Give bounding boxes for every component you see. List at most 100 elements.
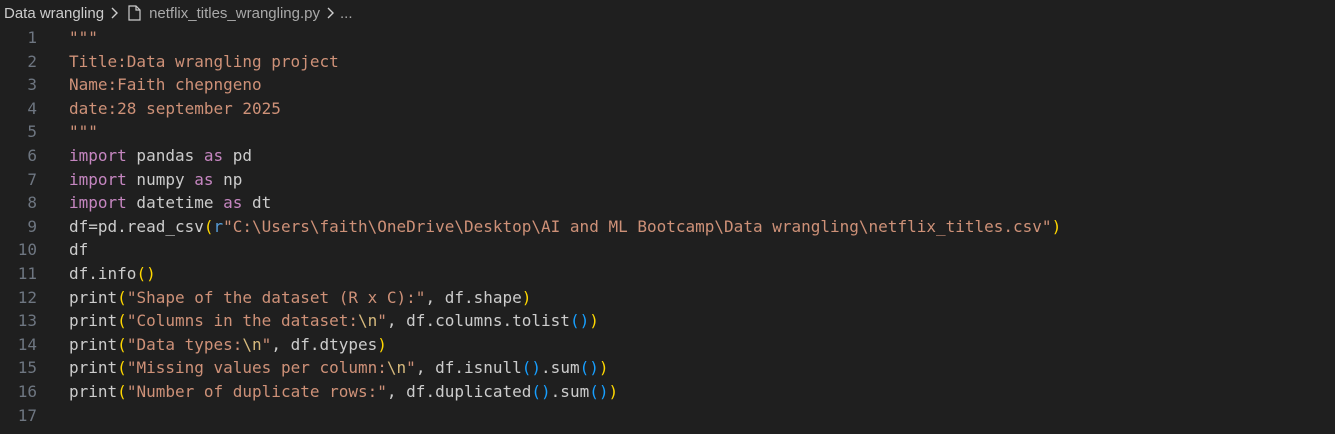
code-text: df <box>69 238 88 262</box>
code-token: () <box>589 382 609 401</box>
code-token: Name:Faith chepngeno <box>69 75 262 95</box>
code-text: print("Shape of the dataset (R x C):", d… <box>69 286 531 310</box>
code-token: as <box>223 193 243 213</box>
line-number: 2 <box>27 51 37 71</box>
code-token: , df.isnull <box>415 358 522 378</box>
code-token: " <box>261 334 272 354</box>
code-token: ) <box>598 358 609 378</box>
code-text: df.info() <box>69 262 156 286</box>
code-line[interactable]: 11 df.info() <box>0 262 1335 286</box>
code-line[interactable]: 15 print("Missing values per column:\n", … <box>0 356 1335 380</box>
line-number: 13 <box>17 311 37 331</box>
code-line[interactable]: 17 <box>0 404 1335 428</box>
code-token: import <box>69 193 127 213</box>
code-text: import datetime as dt <box>69 191 271 215</box>
line-number: 1 <box>27 28 37 47</box>
code-text: import numpy as np <box>69 168 242 192</box>
code-token: .sum <box>550 382 590 401</box>
code-token: "Number of duplicate rows:" <box>126 382 387 401</box>
code-token: df <box>69 240 89 260</box>
code-token: dt <box>242 193 272 213</box>
code-line[interactable]: 1 """ <box>0 26 1335 50</box>
line-number: 4 <box>27 98 37 118</box>
code-line[interactable]: 13 print("Columns in the dataset:\n", df.… <box>0 309 1335 333</box>
breadcrumb-more[interactable]: ... <box>340 5 353 22</box>
breadcrumb-file-label: netflix_titles_wrangling.py <box>149 4 320 22</box>
code-line[interactable]: 8 import datetime as dt <box>0 191 1335 215</box>
code-token: numpy <box>126 169 195 189</box>
line-number: 5 <box>27 122 37 142</box>
code-token: , df.columns.tolist <box>386 311 570 331</box>
code-token: "Shape of the dataset (R x C):" <box>126 287 426 307</box>
code-token: " <box>377 311 387 331</box>
line-number: 7 <box>27 169 37 189</box>
code-token: ( <box>117 358 127 378</box>
code-token: date:28 september 2025 <box>69 98 281 118</box>
code-token: ( <box>117 287 127 307</box>
code-token: print <box>69 334 118 354</box>
code-token: ( <box>117 334 127 354</box>
code-token: "Columns in the dataset: <box>126 311 358 331</box>
code-token: () <box>569 311 590 331</box>
code-token: " <box>406 358 416 378</box>
code-token: \n <box>358 311 378 331</box>
line-number: 14 <box>17 334 37 354</box>
code-line[interactable]: 5 """ <box>0 120 1335 144</box>
code-token: , df.dtypes <box>271 334 378 354</box>
code-line[interactable]: 3 Name:Faith chepngeno <box>0 73 1335 97</box>
breadcrumb: Data wrangling netflix_titles_wrangling.… <box>0 0 1335 26</box>
code-token: "Missing values per column: <box>126 358 387 378</box>
chevron-right-icon <box>109 6 119 20</box>
code-token: import <box>69 146 127 165</box>
code-token: np <box>213 169 243 189</box>
code-token: ) <box>1051 216 1062 236</box>
code-token: .sum <box>541 358 580 378</box>
code-text: print("Number of duplicate rows:", df.du… <box>69 380 618 404</box>
chevron-right-icon <box>325 6 335 20</box>
code-token: ) <box>521 287 532 307</box>
code-editor[interactable]: 1 """ 2 Title:Data wrangling project 3 Name:F… <box>0 26 1335 434</box>
code-line[interactable]: 12 print("Shape of the dataset (R x C):",… <box>0 286 1335 310</box>
code-text: """ <box>69 26 98 50</box>
code-text: df=pd.read_csv(r"C:\Users\faith\OneDrive… <box>69 215 1061 239</box>
code-token: as <box>194 169 214 189</box>
code-line[interactable]: 14 print("Data types:\n", df.dtypes) <box>0 333 1335 357</box>
code-token: print <box>69 287 118 307</box>
code-token: pd <box>223 146 253 165</box>
code-text: """ <box>69 120 98 144</box>
code-token: Title:Data wrangling project <box>69 51 339 71</box>
code-token: as <box>203 146 224 165</box>
code-text: print("Missing values per column:\n", df… <box>69 356 608 380</box>
code-text: print("Columns in the dataset:\n", df.co… <box>69 309 599 333</box>
code-line[interactable]: 10 df <box>0 238 1335 262</box>
code-token: ( <box>203 216 214 236</box>
code-token: ( <box>117 382 127 401</box>
code-token: , df.shape <box>425 287 522 307</box>
code-token: () <box>531 382 551 401</box>
breadcrumb-file[interactable]: netflix_titles_wrangling.py <box>124 5 320 22</box>
code-line[interactable]: 4 date:28 september 2025 <box>0 97 1335 121</box>
code-text: print("Data types:\n", df.dtypes) <box>69 333 387 357</box>
code-token: r <box>213 216 224 236</box>
code-token: print <box>69 382 118 401</box>
code-token: ) <box>608 382 619 401</box>
code-token: """ <box>69 122 98 142</box>
line-number: 11 <box>17 264 37 283</box>
code-line[interactable]: 9 df=pd.read_csv(r"C:\Users\faith\OneDriv… <box>0 215 1335 239</box>
code-token: print <box>69 311 118 331</box>
code-text: import pandas as pd <box>69 144 252 168</box>
code-token: ) <box>589 311 599 331</box>
code-line[interactable]: 7 import numpy as np <box>0 168 1335 192</box>
line-number: 3 <box>27 75 37 95</box>
code-line[interactable]: 16 print("Number of duplicate rows:", df.… <box>0 380 1335 404</box>
line-number: 15 <box>17 358 37 378</box>
code-line[interactable]: 2 Title:Data wrangling project <box>0 50 1335 74</box>
breadcrumb-folder[interactable]: Data wrangling <box>4 5 104 22</box>
code-token: \n <box>242 334 262 354</box>
code-token: print <box>69 358 118 378</box>
line-number: 12 <box>17 287 37 307</box>
code-line[interactable]: 6 import pandas as pd <box>0 144 1335 168</box>
line-number: 10 <box>17 240 37 260</box>
file-icon <box>128 5 141 21</box>
code-token: """ <box>69 28 98 47</box>
